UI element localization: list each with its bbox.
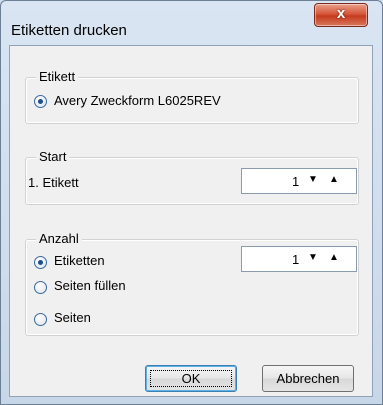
anzahl-option-seiten-fuellen-radio[interactable] [34,281,47,294]
start-label: 1. Etikett [28,175,79,190]
start-value[interactable]: 1 [292,174,299,189]
etikett-option-radio[interactable] [34,95,47,108]
anzahl-option-seiten-label[interactable]: Seiten [54,310,91,325]
start-up-arrow-icon[interactable]: ▲ [329,174,339,185]
title-bar[interactable]: Etiketten drucken x [1,1,382,45]
close-icon: x [336,5,346,22]
anzahl-option-seiten-fuellen-label[interactable]: Seiten füllen [54,278,126,293]
start-down-arrow-icon[interactable]: ▼ [308,174,318,185]
anzahl-down-arrow-icon[interactable]: ▼ [308,252,318,263]
ok-button[interactable]: OK [145,365,237,392]
anzahl-legend: Anzahl [36,231,82,246]
cancel-button-label: Abbrechen [276,371,340,386]
cancel-button[interactable]: Abbrechen [262,365,354,392]
close-button[interactable]: x [314,3,368,27]
anzahl-spinner[interactable]: 1 ▼ ▲ [241,246,357,272]
etikett-group: Etikett Avery Zweckform L6025REV [25,69,359,124]
window-title: Etiketten drucken [11,22,127,39]
ok-button-label: OK [181,371,201,386]
start-spinner[interactable]: 1 ▼ ▲ [241,168,357,194]
anzahl-option-etiketten-label[interactable]: Etiketten [54,253,105,268]
anzahl-up-arrow-icon[interactable]: ▲ [329,252,339,263]
anzahl-value[interactable]: 1 [292,252,299,267]
anzahl-group: Anzahl Etiketten Seiten füllen Seiten 1 … [25,231,359,336]
start-group: Start 1. Etikett 1 ▼ ▲ [25,149,359,205]
etikett-legend: Etikett [36,69,79,84]
anzahl-option-seiten-radio[interactable] [34,313,47,326]
etikett-option-label[interactable]: Avery Zweckform L6025REV [54,93,221,108]
anzahl-option-etiketten-radio[interactable] [34,256,47,269]
start-legend: Start [36,149,70,164]
